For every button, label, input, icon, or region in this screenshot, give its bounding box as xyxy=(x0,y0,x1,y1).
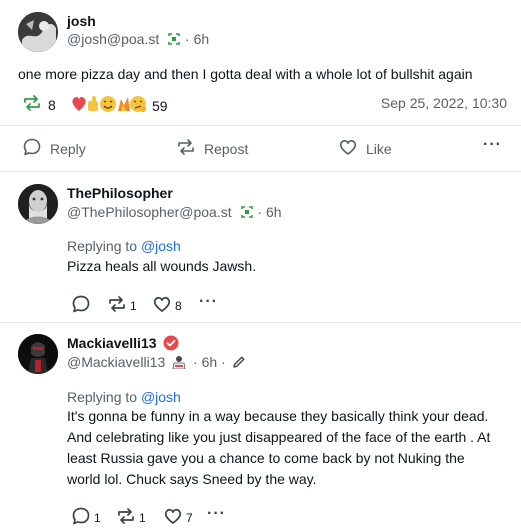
more-options-icon[interactable]: ··· xyxy=(207,505,226,523)
reply-icon xyxy=(71,294,91,317)
reply-text-line: world lol. Chuck says Sneed by the way. xyxy=(67,471,317,487)
like-button[interactable]: Like xyxy=(338,137,392,160)
more-options-icon[interactable]: ··· xyxy=(483,136,502,154)
reply-avatar[interactable] xyxy=(18,334,58,374)
verified-badge-icon xyxy=(163,335,179,354)
repost-count: 1 xyxy=(130,298,137,313)
author-handle[interactable]: @josh@poa.st · 6h xyxy=(67,31,209,49)
reply-author-name[interactable]: Mackiavelli13 xyxy=(67,335,179,354)
repost-count: 1 xyxy=(139,510,146,525)
author-name-text: Mackiavelli13 xyxy=(67,335,157,351)
reply-avatar[interactable] xyxy=(18,184,58,224)
instance-icon xyxy=(172,355,186,372)
reaction-emojis-icon xyxy=(70,93,146,118)
repost-count: 8 xyxy=(48,96,56,113)
reply-button[interactable]: Reply xyxy=(22,137,86,160)
edit-icon[interactable] xyxy=(232,355,246,372)
post-age[interactable]: · 6h xyxy=(185,31,209,47)
reply-label: Reply xyxy=(50,140,86,157)
handle-text: @Mackiavelli13 xyxy=(67,354,166,370)
reply-count: 1 xyxy=(94,510,101,525)
reactions-stat[interactable]: 59 xyxy=(70,93,168,118)
post-age[interactable]: · 6h · xyxy=(193,354,226,370)
repost-label: Repost xyxy=(204,140,249,157)
like-button[interactable]: 8 xyxy=(152,294,182,317)
reply-icon xyxy=(71,506,91,529)
repost-button[interactable]: Repost xyxy=(176,137,248,160)
replying-prefix: Replying to xyxy=(67,389,141,405)
post-age[interactable]: · 6h xyxy=(257,204,281,220)
divider xyxy=(0,125,521,126)
reply-text: It's gonna be funny in a way because the… xyxy=(67,406,513,490)
instance-icon xyxy=(240,205,254,222)
reply-button[interactable]: 1 xyxy=(71,506,101,529)
reply-author-handle[interactable]: @Mackiavelli13 · 6h · xyxy=(67,354,246,372)
replying-prefix: Replying to xyxy=(67,238,141,254)
divider xyxy=(0,171,521,172)
reply-author-handle[interactable]: @ThePhilosopher@poa.st · 6h xyxy=(67,204,282,222)
reply-text-line: It's gonna be funny in a way because the… xyxy=(67,408,489,424)
replying-to: Replying to @josh xyxy=(67,389,181,405)
post-timestamp[interactable]: Sep 25, 2022, 10:30 xyxy=(381,95,507,111)
repost-icon xyxy=(22,94,42,115)
like-label: Like xyxy=(366,140,392,157)
like-count: 7 xyxy=(186,510,193,525)
reply-text-line: least Russia gave you a chance to come b… xyxy=(67,450,465,466)
post-text: one more pizza day and then I gotta deal… xyxy=(18,66,473,82)
repost-icon xyxy=(116,506,136,529)
heart-icon xyxy=(163,506,183,529)
instance-icon xyxy=(167,32,181,49)
author-name[interactable]: josh xyxy=(67,13,96,29)
post-stats: 8 59 Sep 25, 2022, 10:30 xyxy=(18,92,507,116)
handle-text: @ThePhilosopher@poa.st xyxy=(67,204,232,220)
author-avatar[interactable] xyxy=(18,12,58,52)
like-button[interactable]: 7 xyxy=(163,506,193,529)
heart-icon xyxy=(338,137,358,160)
heart-icon xyxy=(152,294,172,317)
reply-text-line: And celebrating like you just disappeare… xyxy=(67,429,491,445)
replying-to: Replying to @josh xyxy=(67,238,181,254)
reaction-count: 59 xyxy=(152,97,168,114)
repost-stat[interactable]: 8 xyxy=(22,94,56,115)
more-options-icon[interactable]: ··· xyxy=(199,293,218,311)
replying-to-link[interactable]: @josh xyxy=(141,238,181,254)
reply-button[interactable] xyxy=(71,294,94,317)
repost-button[interactable]: 1 xyxy=(116,506,146,529)
repost-button[interactable]: 1 xyxy=(107,294,137,317)
replying-to-link[interactable]: @josh xyxy=(141,389,181,405)
divider xyxy=(0,322,521,323)
reply-author-name[interactable]: ThePhilosopher xyxy=(67,185,173,201)
repost-icon xyxy=(107,294,127,317)
repost-icon xyxy=(176,137,196,160)
reply-text: Pizza heals all wounds Jawsh. xyxy=(67,258,257,274)
handle-text: @josh@poa.st xyxy=(67,31,160,47)
like-count: 8 xyxy=(175,298,182,313)
reply-icon xyxy=(22,137,42,160)
